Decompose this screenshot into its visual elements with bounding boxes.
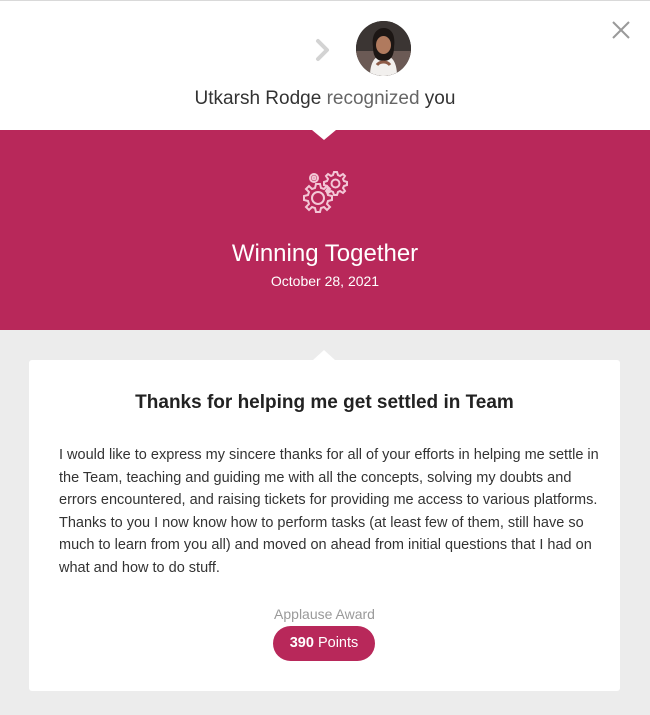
recognition-modal: Utkarsh Rodge recognized you Winning Tog… [0,0,650,715]
message-body: I would like to express my sincere thank… [59,447,599,576]
award-banner [0,130,650,330]
award-title: Winning Together [231,240,419,267]
action-text: recognized [326,88,420,109]
award-type: Applause Award [274,606,375,622]
award-date: October 28, 2021 [270,273,380,289]
points-badge: 390 Points [273,626,375,661]
avatar [356,21,411,76]
points-value: 390 [289,635,314,651]
gears-icon [303,171,348,213]
sender-name[interactable]: Utkarsh Rodge [195,88,322,109]
recognition-header: Utkarsh Rodge recognized you [0,0,650,131]
message-card: Thanks for helping me get settled in Tea… [29,360,620,691]
chevron-right-icon [316,39,329,61]
recipient: you [424,88,456,109]
card-pointer [313,350,335,360]
points-label: Points [317,635,359,651]
header-pointer [312,130,336,140]
recognition-line: Utkarsh Rodge recognized you [0,88,650,110]
message-title: Thanks for helping me get settled in Tea… [135,392,514,413]
close-icon[interactable] [610,19,632,41]
